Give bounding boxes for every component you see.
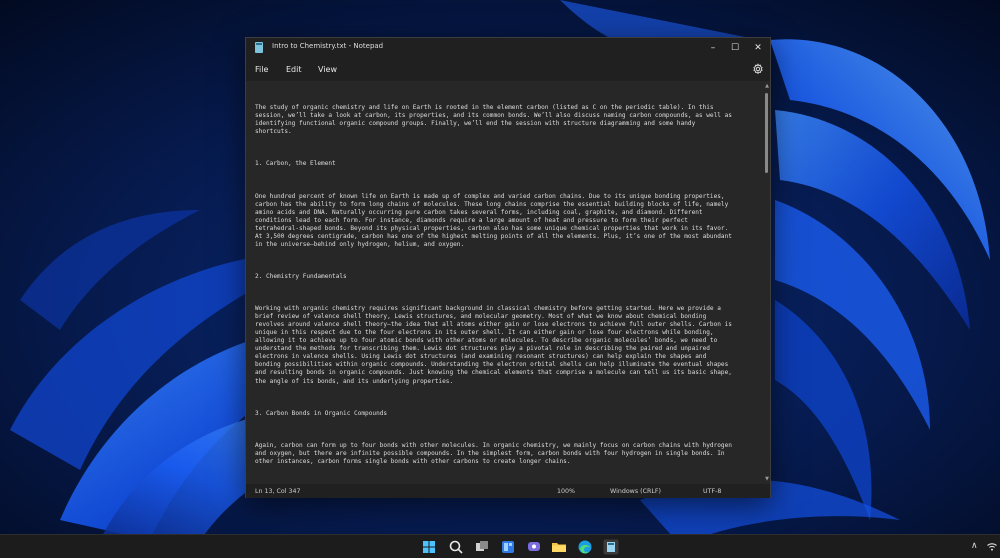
windows-start-icon[interactable]	[421, 539, 437, 555]
paragraph-bonds: Again, carbon can form up to four bonds …	[255, 441, 732, 465]
store-icon[interactable]	[603, 539, 619, 555]
tray-chevron-icon[interactable]: ∧	[971, 541, 978, 551]
menu-bar: File Edit View	[246, 58, 770, 81]
encoding[interactable]: UTF-8	[703, 488, 721, 495]
heading-chemistry-fundamentals: 2. Chemistry Fundamentals	[255, 272, 347, 280]
notepad-icon	[255, 42, 263, 53]
scroll-up-arrow-icon[interactable]: ▲	[765, 83, 769, 89]
wifi-icon[interactable]	[986, 539, 998, 555]
minimize-button[interactable]: –	[702, 38, 724, 58]
title-bar[interactable]: Intro to Chemistry.txt - Notepad – ☐ ✕	[246, 38, 770, 58]
gear-icon[interactable]	[752, 63, 764, 75]
scroll-thumb[interactable]	[765, 93, 768, 173]
paragraph-fundamentals: Working with organic chemistry requires …	[255, 305, 732, 385]
search-icon[interactable]	[448, 539, 464, 555]
close-button[interactable]: ✕	[747, 38, 769, 58]
text-editor[interactable]: The study of organic chemistry and life …	[246, 81, 770, 484]
paragraph-intro: The study of organic chemistry and life …	[255, 104, 732, 136]
status-bar: Ln 13, Col 347 100% Windows (CRLF) UTF-8	[246, 484, 770, 498]
taskbar: ∧	[0, 534, 1000, 558]
edge-icon[interactable]	[577, 539, 593, 555]
paragraph-carbon: One hundred percent of known life on Ear…	[255, 192, 732, 248]
scroll-down-arrow-icon[interactable]: ▼	[765, 476, 769, 482]
vertical-scrollbar[interactable]: ▲ ▼	[762, 81, 770, 484]
menu-edit[interactable]: Edit	[286, 65, 302, 74]
notepad-window: Intro to Chemistry.txt - Notepad – ☐ ✕ F…	[245, 37, 771, 498]
line-ending[interactable]: Windows (CRLF)	[610, 488, 661, 495]
widgets-icon[interactable]	[500, 539, 516, 555]
file-explorer-icon[interactable]	[551, 539, 567, 555]
maximize-button[interactable]: ☐	[724, 38, 746, 58]
document-text[interactable]: The study of organic chemistry and life …	[255, 88, 754, 484]
heading-carbon-element: 1. Carbon, the Element	[255, 160, 336, 168]
window-title: Intro to Chemistry.txt - Notepad	[272, 42, 384, 50]
zoom-level[interactable]: 100%	[557, 488, 575, 495]
menu-view[interactable]: View	[318, 65, 337, 74]
cursor-position: Ln 13, Col 347	[255, 488, 301, 495]
chat-icon[interactable]	[526, 539, 542, 555]
heading-carbon-bonds: 3. Carbon Bonds in Organic Compounds	[255, 409, 388, 417]
task-view-icon[interactable]	[474, 539, 490, 555]
menu-file[interactable]: File	[255, 65, 268, 74]
